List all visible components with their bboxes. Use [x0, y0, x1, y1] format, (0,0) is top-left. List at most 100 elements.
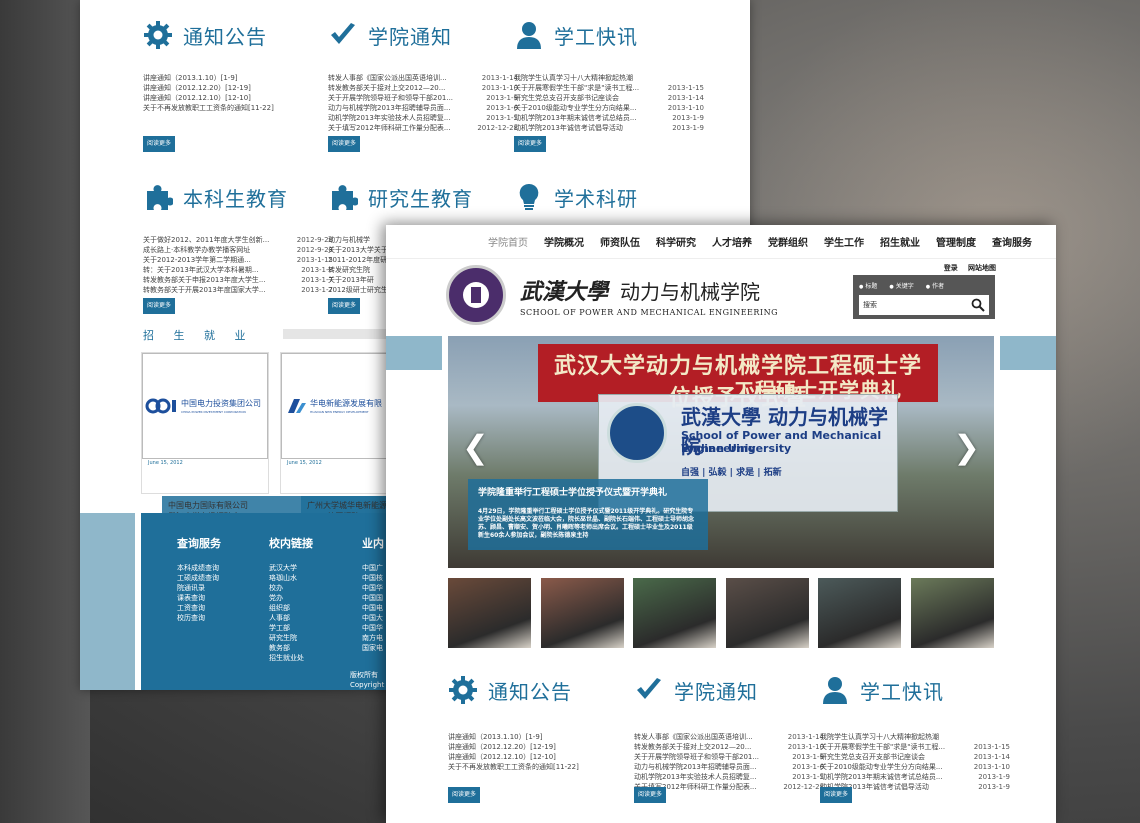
list-item[interactable]: 讲座通知（2012.12.10）[12-10] — [143, 93, 333, 103]
slide-caption[interactable]: 学院隆重举行工程硕士学位授予仪式暨开学典礼 4月29日，学院隆重举行工程硕士学位… — [468, 479, 708, 550]
footer-link[interactable]: 本科成绩查询 — [177, 563, 221, 573]
list-item[interactable]: 关于开展寒假学生干部"求是"读书工程... 2013-1-15 — [820, 742, 1010, 752]
list-item[interactable]: 研究生党总支召开支部书记座谈会 2013-1-14 — [514, 93, 704, 103]
nav-item[interactable]: 党群组织 — [768, 234, 808, 249]
read-more-button[interactable]: 阅读更多 — [820, 787, 853, 803]
section-title[interactable]: 学工快讯 — [860, 676, 944, 705]
footer-link[interactable]: 校办 — [269, 583, 313, 593]
list-item[interactable]: 转发教务部关于申报2013年度大学生... 2013-1-7 — [143, 275, 333, 285]
search-option-title[interactable]: 标题 — [859, 281, 877, 290]
footer-link[interactable]: 武汉大学 — [269, 563, 313, 573]
list-item[interactable]: 我院学生认真学习十八大精神掀起热潮 — [514, 73, 704, 83]
footer-link[interactable]: 中国国 — [362, 593, 384, 603]
list-item[interactable]: 关于开展寒假学生干部"求是"读书工程... 2013-1-15 — [514, 83, 704, 93]
list-item[interactable]: 关于2010级能动专业学生分方向结果... 2013-1-10 — [514, 103, 704, 113]
search-option-keyword[interactable]: 关键字 — [889, 281, 914, 290]
slide-thumbnail[interactable] — [725, 578, 809, 648]
section-title[interactable]: 学院通知 — [674, 676, 758, 705]
list-item[interactable]: 关于2012-2013学年第二学期通... 2013-1-15 — [143, 255, 333, 265]
list-item[interactable]: 转教务部关于开展2013年度国家大学... 2013-1-7 — [143, 285, 333, 295]
list-item[interactable]: 动机学院2013年期末诚信考试总结员... 2013-1-9 — [514, 113, 704, 123]
list-item[interactable]: 转发教务部关于接对上交2012—20... 2013-1-10 — [634, 742, 824, 752]
nav-item[interactable]: 人才培养 — [712, 234, 752, 249]
footer-link[interactable]: 中国广 — [362, 563, 384, 573]
footer-link[interactable]: 工资查询 — [177, 603, 221, 613]
list-item[interactable]: 转发人事部《国家公派出国英语培训... 2013-1-14 — [634, 732, 824, 742]
nav-item[interactable]: 管理制度 — [936, 234, 976, 249]
read-more-button[interactable]: 阅读更多 — [328, 298, 361, 314]
footer-link[interactable]: 中国华 — [362, 623, 384, 633]
search-input[interactable]: 搜索 — [859, 295, 989, 315]
list-item[interactable]: 关于不再发放教职工工资条的通知[11-22] — [448, 762, 638, 772]
section-title[interactable]: 学院通知 — [368, 21, 452, 50]
read-more-button[interactable]: 阅读更多 — [143, 136, 176, 152]
footer-link[interactable]: 院通讯录 — [177, 583, 221, 593]
list-item[interactable]: 动力与机械学院2013年招聘辅导员面... 2013-1-6 — [634, 762, 824, 772]
list-item[interactable]: 关于填写2012年师科研工作量分配表... 2012-12-28 — [328, 123, 518, 133]
sitemap-link[interactable]: 网站地图 — [968, 264, 996, 272]
slide-thumbnail[interactable] — [910, 578, 994, 648]
section-title[interactable]: 本科生教育 — [183, 183, 288, 212]
footer-link[interactable]: 国家电 — [362, 643, 384, 653]
footer-link[interactable]: 工硕成绩查询 — [177, 573, 221, 583]
list-item[interactable]: 动力与机械学院2013年招聘辅导员面... 2013-1-6 — [328, 103, 518, 113]
list-item[interactable]: 关于开展学院领导班子和领导干部201... 2013-1-9 — [328, 93, 518, 103]
section-title[interactable]: 学工快讯 — [554, 21, 638, 50]
list-item[interactable]: 动机学院2013年实验技术人员招聘复... 2013-1-5 — [634, 772, 824, 782]
job-card[interactable]: 中国电力投资集团公司 CHINA POWER INVESTMENT CORPOR… — [141, 352, 402, 567]
section-title[interactable]: 研究生教育 — [368, 183, 473, 212]
read-more-button[interactable]: 阅读更多 — [514, 136, 547, 152]
read-more-button[interactable]: 阅读更多 — [143, 298, 176, 314]
nav-item[interactable]: 科学研究 — [656, 234, 696, 249]
nav-item[interactable]: 招生就业 — [880, 234, 920, 249]
slide-thumbnail[interactable] — [818, 578, 902, 648]
footer-link[interactable]: 招生就业处 — [269, 653, 313, 663]
section-title[interactable]: 学术科研 — [554, 183, 638, 212]
list-item[interactable]: 动机学院2013年诚信考试倡导活动 2013-1-9 — [514, 123, 704, 133]
footer-link[interactable]: 学工部 — [269, 623, 313, 633]
footer-link[interactable]: 珞珈山水 — [269, 573, 313, 583]
hero-slideshow[interactable]: 武汉大学动力与机械学院工程硕士学位授予仪式暨 工程硕士开学典礼 武漢大學 动力与… — [448, 336, 994, 568]
list-item[interactable]: 动机学院2013年期末诚信考试总结员... 2013-1-9 — [820, 772, 1010, 782]
next-slide-icon[interactable]: ❯ — [953, 428, 980, 466]
list-item[interactable]: 转：关于2013年武汉大学本科暑期... 2013-1-8 — [143, 265, 333, 275]
list-item[interactable]: 讲座通知（2013.1.10）[1-9] — [143, 73, 333, 83]
footer-link[interactable]: 课表查询 — [177, 593, 221, 603]
section-title[interactable]: 通知公告 — [488, 676, 572, 705]
footer-link[interactable]: 中国电 — [362, 603, 384, 613]
list-item[interactable]: 讲座通知（2012.12.10）[12-10] — [448, 752, 638, 762]
list-item[interactable]: 讲座通知（2012.12.20）[12-19] — [143, 83, 333, 93]
footer-link[interactable]: 人事部 — [269, 613, 313, 623]
list-item[interactable]: 讲座通知（2013.1.10）[1-9] — [448, 732, 638, 742]
footer-link[interactable]: 中国华 — [362, 583, 384, 593]
read-more-button[interactable]: 阅读更多 — [328, 136, 361, 152]
footer-link[interactable]: 校历查询 — [177, 613, 221, 623]
nav-item[interactable]: 查询服务 — [992, 234, 1032, 249]
footer-link[interactable]: 研究生院 — [269, 633, 313, 643]
login-link[interactable]: 登录 — [944, 264, 958, 272]
list-item[interactable]: 成长路上·本科教学办教学播客网址 2012-9-28 — [143, 245, 333, 255]
list-item[interactable]: 动机学院2013年实验技术人员招聘复... 2013-1-5 — [328, 113, 518, 123]
nav-item[interactable]: 学院首页 — [488, 234, 528, 249]
slide-thumbnail[interactable] — [633, 578, 717, 648]
list-item[interactable]: 转发人事部《国家公派出国英语培训... 2013-1-14 — [328, 73, 518, 83]
footer-link[interactable]: 党办 — [269, 593, 313, 603]
list-item[interactable]: 关于开展学院领导班子和领导干部201... 2013-1-9 — [634, 752, 824, 762]
read-more-button[interactable]: 阅读更多 — [634, 787, 667, 803]
list-item[interactable]: 关于2010级能动专业学生分方向结果... 2013-1-10 — [820, 762, 1010, 772]
nav-item[interactable]: 学院概况 — [544, 234, 584, 249]
footer-link[interactable]: 教务部 — [269, 643, 313, 653]
list-item[interactable]: 关于不再发放教职工工资条的通知[11-22] — [143, 103, 333, 113]
footer-link[interactable]: 组织部 — [269, 603, 313, 613]
section-title[interactable]: 通知公告 — [183, 21, 267, 50]
footer-link[interactable]: 南方电 — [362, 633, 384, 643]
footer-link[interactable]: 中国核 — [362, 573, 384, 583]
slide-thumbnail[interactable] — [448, 578, 531, 648]
prev-slide-icon[interactable]: ❮ — [462, 428, 489, 466]
nav-item[interactable]: 学生工作 — [824, 234, 864, 249]
search-icon[interactable] — [971, 298, 985, 312]
nav-item[interactable]: 师资队伍 — [600, 234, 640, 249]
list-item[interactable]: 讲座通知（2012.12.20）[12-19] — [448, 742, 638, 752]
slide-thumbnail[interactable] — [540, 578, 624, 648]
brand[interactable]: 武漢大學 动力与机械学院 SCHOOL OF POWER AND MECHANI… — [446, 265, 778, 325]
